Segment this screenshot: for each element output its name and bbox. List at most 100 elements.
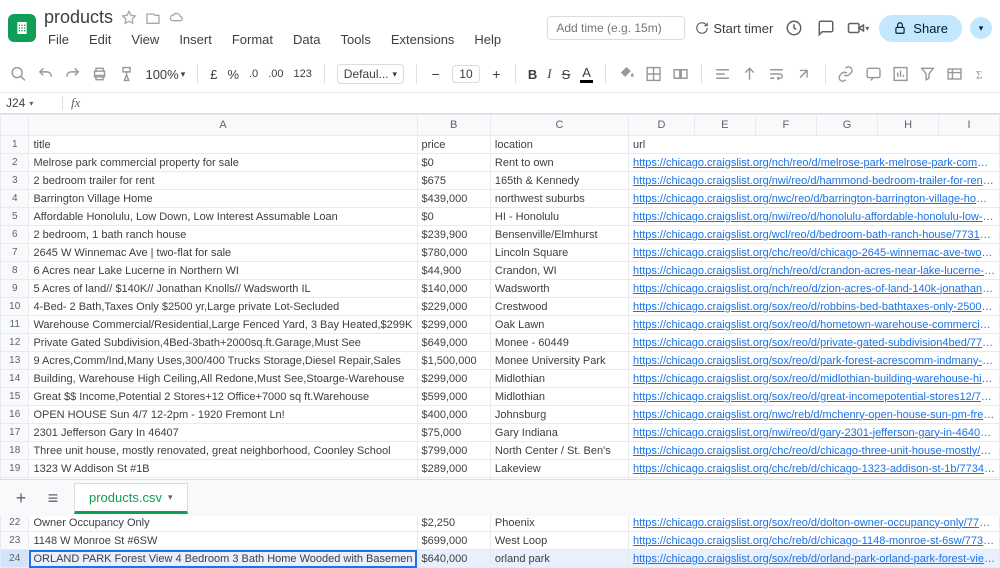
cell-link[interactable]: https://chicago.craigslist.org/sox/reo/d…: [629, 316, 1000, 334]
row-header[interactable]: 9: [1, 280, 29, 298]
cell[interactable]: url: [629, 136, 1000, 154]
doc-title[interactable]: products: [44, 7, 113, 28]
table-row[interactable]: 15 Great $$ Income,Potential 2 Stores+12…: [1, 388, 1000, 406]
cell[interactable]: $699,000: [417, 532, 490, 550]
cell[interactable]: 1148 W Monroe St #6SW: [29, 532, 417, 550]
text-rotation-icon[interactable]: [795, 65, 812, 83]
sheet-tab[interactable]: products.csv▾: [74, 483, 188, 514]
menu-tools[interactable]: Tools: [336, 30, 374, 49]
filter-icon[interactable]: [919, 65, 936, 83]
col-header-e[interactable]: E: [694, 115, 755, 136]
row-header[interactable]: 15: [1, 388, 29, 406]
cell-link[interactable]: https://chicago.craigslist.org/nwi/reo/d…: [629, 424, 1000, 442]
cell[interactable]: $1,500,000: [417, 352, 490, 370]
print-icon[interactable]: [91, 65, 108, 83]
menu-insert[interactable]: Insert: [175, 30, 216, 49]
cell-link[interactable]: https://chicago.craigslist.org/sox/reo/d…: [629, 334, 1000, 352]
text-wrap-icon[interactable]: [768, 65, 785, 83]
merge-cells-icon[interactable]: [672, 65, 689, 83]
decrease-font-button[interactable]: −: [429, 66, 442, 82]
link-icon[interactable]: [837, 65, 854, 83]
cell[interactable]: $599,000: [417, 388, 490, 406]
vertical-align-icon[interactable]: [741, 65, 758, 83]
cell[interactable]: title: [29, 136, 417, 154]
cell-link[interactable]: https://chicago.craigslist.org/nch/reo/d…: [629, 154, 1000, 172]
menu-edit[interactable]: Edit: [85, 30, 115, 49]
col-header-f[interactable]: F: [755, 115, 816, 136]
col-header-c[interactable]: C: [490, 115, 628, 136]
star-icon[interactable]: [121, 10, 137, 26]
cell[interactable]: Gary Indiana: [490, 424, 628, 442]
table-row[interactable]: 4 Barrington Village Home $439,000 north…: [1, 190, 1000, 208]
share-dropdown[interactable]: ▾: [970, 17, 992, 39]
cell[interactable]: $780,000: [417, 244, 490, 262]
undo-icon[interactable]: [37, 65, 54, 83]
table-row[interactable]: 10 4-Bed- 2 Bath,Taxes Only $2500 yr,Lar…: [1, 298, 1000, 316]
strikethrough-button[interactable]: S: [562, 67, 571, 82]
row-header[interactable]: 18: [1, 442, 29, 460]
row-header[interactable]: 16: [1, 406, 29, 424]
comment-icon[interactable]: [815, 17, 837, 39]
table-row[interactable]: 19 1323 W Addison St #1B $289,000 Lakevi…: [1, 460, 1000, 478]
cell[interactable]: OPEN HOUSE Sun 4/7 12-2pm - 1920 Fremont…: [29, 406, 417, 424]
col-header-g[interactable]: G: [816, 115, 877, 136]
italic-button[interactable]: I: [547, 66, 551, 82]
cell-link[interactable]: https://chicago.craigslist.org/wcl/reo/d…: [629, 226, 1000, 244]
cell[interactable]: $44,900: [417, 262, 490, 280]
sheets-logo[interactable]: [8, 14, 36, 42]
table-row[interactable]: 6 2 bedroom, 1 bath ranch house $239,900…: [1, 226, 1000, 244]
cell[interactable]: North Center / St. Ben's: [490, 442, 628, 460]
text-color-button[interactable]: A: [580, 65, 593, 83]
menu-data[interactable]: Data: [289, 30, 324, 49]
cell-link[interactable]: https://chicago.craigslist.org/sox/reo/d…: [629, 298, 1000, 316]
table-row[interactable]: 18 Three unit house, mostly renovated, g…: [1, 442, 1000, 460]
cell[interactable]: Warehouse Commercial/Residential,Large F…: [29, 316, 417, 334]
cell[interactable]: Johnsburg: [490, 406, 628, 424]
cell[interactable]: Building, Warehouse High Ceiling,All Red…: [29, 370, 417, 388]
row-header[interactable]: 19: [1, 460, 29, 478]
cell[interactable]: Oak Lawn: [490, 316, 628, 334]
cell[interactable]: 2 bedroom trailer for rent: [29, 172, 417, 190]
cell[interactable]: Bensenville/Elmhurst: [490, 226, 628, 244]
cell-link[interactable]: https://chicago.craigslist.org/nwi/reo/d…: [629, 172, 1000, 190]
cell[interactable]: Midlothian: [490, 370, 628, 388]
cell[interactable]: $400,000: [417, 406, 490, 424]
table-row[interactable]: 5 Affordable Honolulu, Low Down, Low Int…: [1, 208, 1000, 226]
row-header[interactable]: 4: [1, 190, 29, 208]
cell[interactable]: Owner Occupancy Only: [29, 514, 417, 532]
col-header-a[interactable]: A: [29, 115, 417, 136]
insert-chart-icon[interactable]: [892, 65, 909, 83]
table-row[interactable]: 14 Building, Warehouse High Ceiling,All …: [1, 370, 1000, 388]
cell[interactable]: 2 bedroom, 1 bath ranch house: [29, 226, 417, 244]
cell[interactable]: $640,000: [417, 550, 490, 568]
cell[interactable]: Monee University Park: [490, 352, 628, 370]
row-header[interactable]: 1: [1, 136, 29, 154]
cell[interactable]: $2,250: [417, 514, 490, 532]
table-row[interactable]: 12 Private Gated Subdivision,4Bed-3bath+…: [1, 334, 1000, 352]
share-button[interactable]: Share: [879, 15, 962, 42]
cell[interactable]: HI - Honolulu: [490, 208, 628, 226]
cell[interactable]: Three unit house, mostly renovated, grea…: [29, 442, 417, 460]
cell[interactable]: 9 Acres,Comm/Ind,Many Uses,300/400 Truck…: [29, 352, 417, 370]
cell-link[interactable]: https://chicago.craigslist.org/chc/reb/d…: [629, 532, 1000, 550]
zoom-select[interactable]: 100%▾: [145, 67, 185, 82]
table-row[interactable]: 23 1148 W Monroe St #6SW $699,000 West L…: [1, 532, 1000, 550]
paint-format-icon[interactable]: [118, 65, 135, 83]
cell[interactable]: Monee - 60449: [490, 334, 628, 352]
menu-file[interactable]: File: [44, 30, 73, 49]
meet-icon[interactable]: ▾: [847, 17, 869, 39]
insert-comment-icon[interactable]: [865, 65, 882, 83]
menu-help[interactable]: Help: [470, 30, 505, 49]
cell[interactable]: Midlothian: [490, 388, 628, 406]
col-header-h[interactable]: H: [878, 115, 939, 136]
cell[interactable]: 4-Bed- 2 Bath,Taxes Only $2500 yr,Large …: [29, 298, 417, 316]
row-header[interactable]: 12: [1, 334, 29, 352]
cell-link[interactable]: https://chicago.craigslist.org/chc/reo/d…: [629, 244, 1000, 262]
font-select[interactable]: Defaul...▾: [337, 64, 404, 84]
row-header[interactable]: 10: [1, 298, 29, 316]
table-row[interactable]: 22 Owner Occupancy Only $2,250 Phoenix h…: [1, 514, 1000, 532]
percent-button[interactable]: %: [227, 67, 239, 82]
cell[interactable]: Melrose park commercial property for sal…: [29, 154, 417, 172]
cell[interactable]: Affordable Honolulu, Low Down, Low Inter…: [29, 208, 417, 226]
row-header[interactable]: 14: [1, 370, 29, 388]
